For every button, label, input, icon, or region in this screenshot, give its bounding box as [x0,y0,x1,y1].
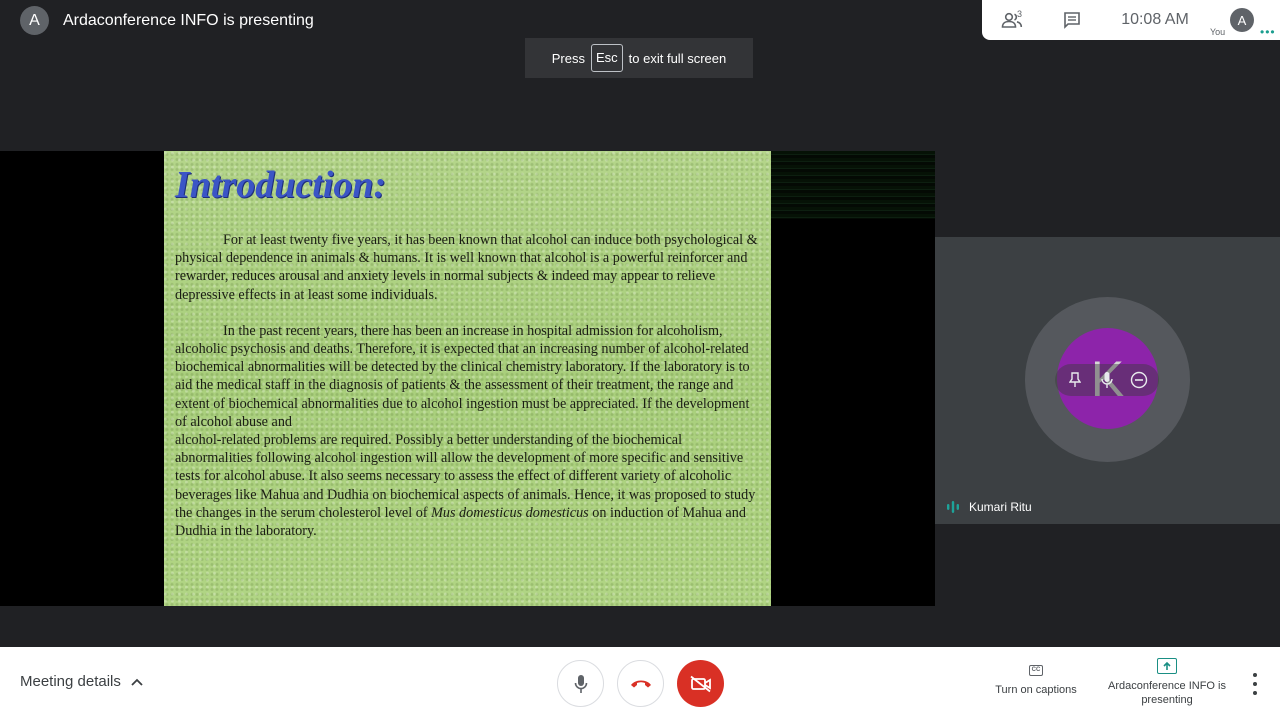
exit-fullscreen-toast: Press Esc to exit full screen [525,38,753,78]
self-label: You [1210,27,1226,37]
video-artifact-strip [771,151,935,219]
participant-name-row: Kumari Ritu [946,500,1032,514]
self-avatar: A [1230,8,1254,32]
people-count: 3 [1017,9,1023,19]
esc-key-hint: Esc [591,44,623,72]
presenter-title: Ardaconference INFO is presenting [63,11,314,29]
slide-title: Introduction: [175,164,387,206]
slide-paragraph: In the past recent years, there has been… [175,322,756,540]
presentation-stage: Introduction: For at least twenty five y… [0,151,935,606]
microphone-icon [574,674,587,693]
top-right-panel: 3 10:08 AM A You ••• [982,0,1280,40]
clock-time: 10:08 AM [1121,11,1189,28]
hang-up-icon [630,680,651,687]
remove-participant-icon[interactable] [1127,368,1151,392]
captions-label: Turn on captions [995,684,1077,696]
participant-tile: K Kumari Ritu [935,237,1280,524]
captions-icon: CC [1029,665,1043,676]
meeting-details-label: Meeting details [20,673,121,690]
leave-call-button[interactable] [617,660,664,707]
presenter-bar: A Ardaconference INFO is presenting [20,6,314,35]
chat-icon [1064,12,1080,29]
slide-paragraph: For at least twenty five years, it has b… [175,232,758,303]
pin-icon[interactable] [1063,368,1087,392]
presenter-avatar: A [20,6,49,35]
people-button[interactable]: 3 [982,0,1042,40]
camera-off-icon [689,675,711,692]
camera-button[interactable] [677,660,724,707]
chevron-up-icon [131,678,143,686]
chat-button[interactable] [1042,0,1102,40]
participant-controls [1055,364,1159,396]
presenting-button[interactable]: Ardaconference INFO is presenting [1108,658,1226,707]
present-screen-icon [1157,658,1177,674]
captions-button[interactable]: CC Turn on captions [990,665,1082,696]
mute-participant-icon[interactable] [1095,368,1119,392]
participant-avatar-ring: K [1025,297,1190,462]
self-view[interactable]: A You ••• [1208,0,1280,40]
audio-level-icon [947,501,959,513]
more-options-icon[interactable] [1246,671,1264,697]
meeting-details-button[interactable]: Meeting details [20,673,143,690]
toast-suffix-text: to exit full screen [628,50,727,66]
species-name: Mus domesticus domesticus [431,504,589,521]
microphone-button[interactable] [557,660,604,707]
self-options-dots-icon[interactable]: ••• [1260,26,1276,38]
bottom-toolbar: Meeting details CC Turn on captions Arda… [0,647,1280,720]
presenting-label: Ardaconference INFO is presenting [1108,680,1226,706]
participant-name: Kumari Ritu [969,500,1032,514]
shared-slide: Introduction: For at least twenty five y… [164,151,771,606]
toast-press-text: Press [551,50,585,66]
